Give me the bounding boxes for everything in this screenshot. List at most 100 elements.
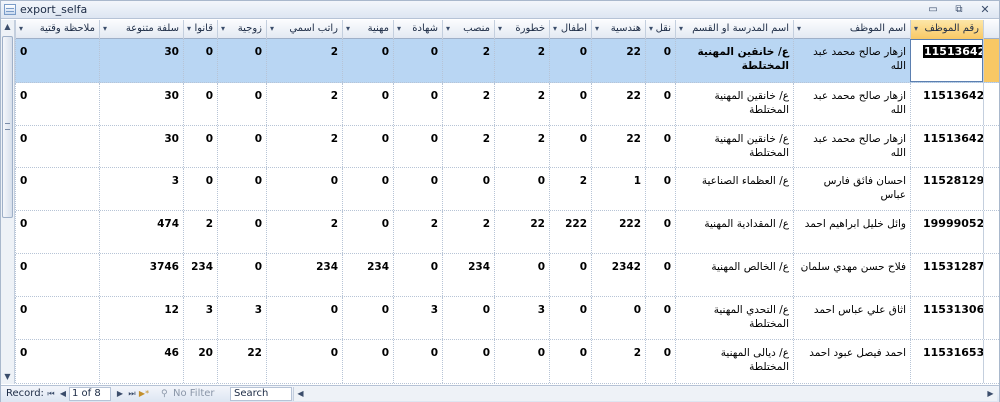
column-dropdown-icon[interactable]: ▾ (187, 20, 191, 38)
cell-danger[interactable]: 2 (494, 39, 549, 82)
previous-record-icon[interactable]: ◀ (57, 387, 69, 401)
cell-professional[interactable]: 0 (342, 39, 393, 82)
cell-spouse[interactable]: 0 (217, 254, 266, 296)
cell-spouse[interactable]: 3 (217, 297, 266, 339)
record-selector[interactable] (983, 254, 999, 296)
cell-professional[interactable]: 0 (342, 340, 393, 383)
cell-law[interactable]: 0 (183, 83, 217, 125)
record-selector[interactable] (983, 297, 999, 339)
column-header-emp-id[interactable]: ▾ رقم الموظف (910, 20, 983, 39)
record-selector[interactable] (983, 126, 999, 167)
cell-position[interactable]: 0 (442, 297, 494, 339)
cell-danger[interactable]: 2 (494, 83, 549, 125)
cell-advance[interactable]: 30 (99, 83, 183, 125)
cell-spouse[interactable]: 0 (217, 83, 266, 125)
column-header-notes[interactable]: ▾ ملاحظة وقتية (15, 20, 99, 39)
cell-danger[interactable]: 0 (494, 340, 549, 383)
cell-children[interactable]: 0 (549, 83, 591, 125)
cell-nominal-salary[interactable]: 2 (266, 39, 342, 82)
cell-school[interactable]: ع/ ديالى المهنية المختلطة (675, 340, 793, 383)
cell-name[interactable]: اثاق علي عباس احمد (793, 297, 910, 339)
cell-children[interactable]: 0 (549, 39, 591, 82)
cell-school[interactable]: ع/ الخالص المهنية (675, 254, 793, 296)
column-header-spouse[interactable]: ▾ زوجية (217, 20, 266, 39)
column-dropdown-icon[interactable]: ▾ (446, 20, 450, 38)
cell-name[interactable]: ازهار صالح محمد عبد الله (793, 83, 910, 125)
cell-engineering[interactable]: 2 (591, 340, 645, 383)
cell-emp-id[interactable]: 115136427 (910, 39, 983, 82)
cell-name[interactable]: ازهار صالح محمد عبد الله (793, 126, 910, 167)
next-record-icon[interactable]: ▶ (114, 387, 126, 401)
record-selector[interactable] (983, 211, 999, 253)
table-row[interactable]: 0 30 0 0 2 0 0 2 2 0 22 0 ع/ خانقين المهنية المختلطة… (1, 83, 999, 126)
column-dropdown-icon[interactable]: ▾ (270, 20, 274, 38)
cell-engineering[interactable]: 22 (591, 126, 645, 167)
cell-school[interactable]: ع/ خانقين المهنية المختلطة (675, 39, 793, 82)
column-dropdown-icon[interactable]: ▾ (103, 20, 107, 38)
cell-engineering[interactable]: 22 (591, 39, 645, 82)
cell-transport[interactable]: 0 (645, 340, 675, 383)
cell-children[interactable]: 0 (549, 126, 591, 167)
record-selector[interactable] (983, 39, 999, 82)
cell-professional[interactable]: 0 (342, 297, 393, 339)
minimize-button[interactable]: ▭ (923, 3, 943, 17)
column-dropdown-icon[interactable]: ▾ (649, 20, 653, 38)
column-dropdown-icon[interactable]: ▾ (19, 20, 23, 38)
cell-school[interactable]: ع/ المقدادية المهنية (675, 211, 793, 253)
column-header-name[interactable]: ▾ اسم الموظف (793, 20, 910, 39)
cell-children[interactable]: 2 (549, 168, 591, 210)
cell-professional[interactable]: 0 (342, 126, 393, 167)
cell-school[interactable]: ع/ التحدي المهنية المختلطة (675, 297, 793, 339)
column-dropdown-icon[interactable]: ▾ (679, 20, 683, 38)
column-header-law[interactable]: ▾ قانوا (183, 20, 217, 39)
close-button[interactable]: ✕ (975, 3, 995, 17)
cell-nominal-salary[interactable]: 2 (266, 83, 342, 125)
cell-children[interactable]: 0 (549, 254, 591, 296)
cell-advance[interactable]: 474 (99, 211, 183, 253)
cell-notes[interactable]: 0 (15, 83, 99, 125)
cell-nominal-salary[interactable]: 2 (266, 126, 342, 167)
cell-school[interactable]: ع/ خانقين المهنية المختلطة (675, 126, 793, 167)
scrollbar-thumb[interactable] (2, 36, 13, 218)
cell-position[interactable]: 234 (442, 254, 494, 296)
cell-law[interactable]: 20 (183, 340, 217, 383)
cell-certificate[interactable]: 0 (393, 254, 442, 296)
cell-transport[interactable]: 0 (645, 254, 675, 296)
column-dropdown-icon[interactable]: ▾ (221, 20, 225, 38)
cell-nominal-salary[interactable]: 0 (266, 340, 342, 383)
horizontal-scrollbar[interactable]: ◀ ▶ (293, 387, 997, 401)
last-record-icon[interactable]: ⏭ (126, 387, 138, 401)
cell-advance[interactable]: 3746 (99, 254, 183, 296)
cell-certificate[interactable]: 3 (393, 297, 442, 339)
cell-spouse[interactable]: 0 (217, 126, 266, 167)
column-header-nominal-salary[interactable]: ▾ راتب اسمي (266, 20, 342, 39)
cell-danger[interactable]: 0 (494, 254, 549, 296)
scroll-left-icon[interactable]: ◀ (294, 387, 307, 401)
cell-law[interactable]: 2 (183, 211, 217, 253)
column-header-school[interactable]: ▾ اسم المدرسة او القسم (675, 20, 793, 39)
table-row[interactable]: 0 30 0 0 2 0 0 2 2 0 22 0 ع/ خانقين المهنية المختلطة… (1, 126, 999, 168)
cell-law[interactable]: 0 (183, 39, 217, 82)
column-header-danger[interactable]: ▾ خطورة (494, 20, 549, 39)
cell-professional[interactable]: 0 (342, 83, 393, 125)
cell-emp-id[interactable]: 115312874 (910, 254, 983, 296)
cell-transport[interactable]: 0 (645, 168, 675, 210)
cell-notes[interactable]: 0 (15, 254, 99, 296)
cell-advance[interactable]: 3 (99, 168, 183, 210)
table-row[interactable]: 0 3 0 0 0 0 0 0 0 2 1 0 ع/ العظماء الصناعية احسان فائ… (1, 168, 999, 211)
filter-toggle[interactable]: ⚲ No Filter (161, 387, 226, 401)
cell-name[interactable]: وائل خليل ابراهيم احمد (793, 211, 910, 253)
cell-engineering[interactable]: 222 (591, 211, 645, 253)
record-selector[interactable] (983, 340, 999, 383)
cell-emp-id[interactable]: 115281293 (910, 168, 983, 210)
scroll-down-icon[interactable]: ▼ (1, 370, 14, 384)
column-dropdown-icon[interactable]: ▾ (346, 20, 350, 38)
cell-emp-id[interactable]: 115136427 (910, 126, 983, 167)
cell-law[interactable]: 0 (183, 168, 217, 210)
cell-nominal-salary[interactable]: 2 (266, 211, 342, 253)
column-dropdown-icon[interactable]: ▾ (595, 20, 599, 38)
cell-engineering[interactable]: 2342 (591, 254, 645, 296)
new-record-icon[interactable]: ▶* (138, 387, 150, 401)
cell-notes[interactable]: 0 (15, 126, 99, 167)
cell-position[interactable]: 2 (442, 83, 494, 125)
